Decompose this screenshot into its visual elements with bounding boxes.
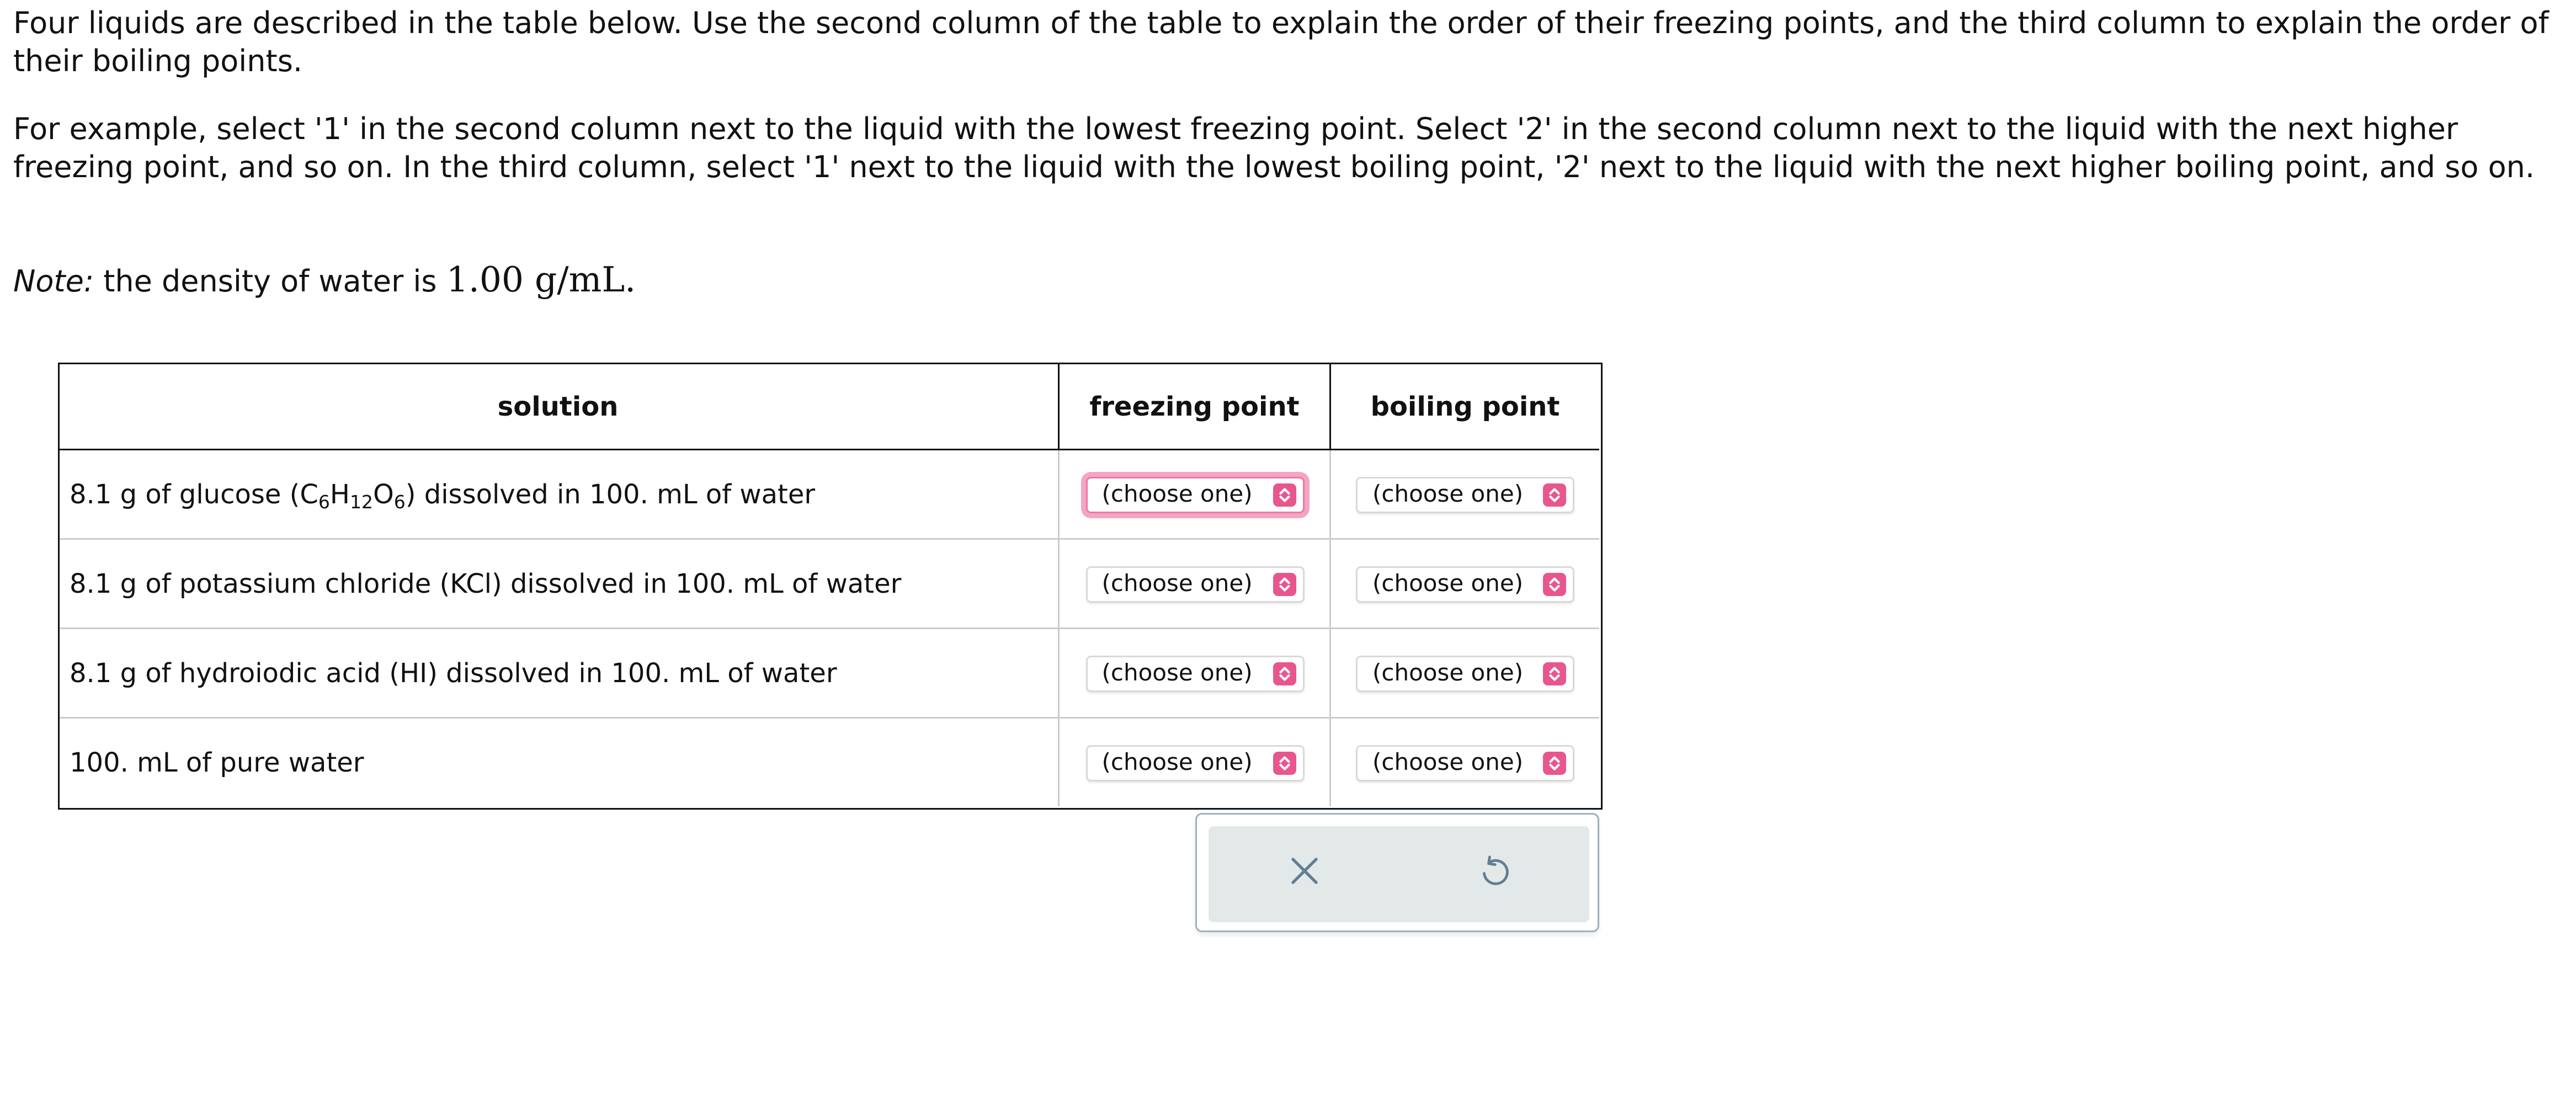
action-button-group xyxy=(1209,826,1589,922)
note-text: the density of water is xyxy=(94,265,446,300)
select-value: (choose one) xyxy=(1101,481,1253,508)
boiling-select-hi[interactable]: (choose one) xyxy=(1356,655,1574,692)
solutions-table: solution freezing point boiling point 8.… xyxy=(58,363,1599,806)
boiling-select-water[interactable]: (choose one) xyxy=(1356,744,1574,781)
select-value: (choose one) xyxy=(1372,570,1524,597)
chevron-updown-icon xyxy=(1543,572,1566,595)
table-row: 100. mL of pure water (choose one) (choo… xyxy=(58,717,1599,806)
select-value: (choose one) xyxy=(1101,570,1253,597)
chevron-updown-icon xyxy=(1543,482,1566,506)
freezing-select-glucose[interactable]: (choose one) xyxy=(1085,476,1304,513)
header-solution: solution xyxy=(58,363,1059,450)
select-value: (choose one) xyxy=(1372,749,1524,776)
header-freezing-point: freezing point xyxy=(1058,363,1330,450)
chevron-updown-icon xyxy=(1543,661,1566,685)
boiling-select-glucose[interactable]: (choose one) xyxy=(1356,476,1574,513)
select-value: (choose one) xyxy=(1372,481,1524,508)
freezing-select-kcl[interactable]: (choose one) xyxy=(1085,565,1304,602)
select-value: (choose one) xyxy=(1372,660,1524,687)
chevron-updown-icon xyxy=(1543,751,1566,774)
select-value: (choose one) xyxy=(1101,749,1253,776)
freezing-select-hi[interactable]: (choose one) xyxy=(1085,655,1304,692)
close-icon xyxy=(1287,854,1321,894)
solution-hydroiodic-acid: 8.1 g of hydroiodic acid (HI) dissolved … xyxy=(70,656,837,688)
clear-button[interactable] xyxy=(1209,826,1399,922)
instruction-paragraph-2: For example, select '1' in the second co… xyxy=(13,113,2535,185)
freezing-select-water[interactable]: (choose one) xyxy=(1085,744,1304,781)
note-label: Note: xyxy=(13,265,94,300)
select-value: (choose one) xyxy=(1101,660,1253,687)
chevron-updown-icon xyxy=(1272,661,1296,685)
chevron-updown-icon xyxy=(1272,572,1296,595)
table-row: 8.1 g of glucose (C6H12O6) dissolved in … xyxy=(58,449,1599,539)
undo-icon xyxy=(1476,853,1513,896)
table-row: 8.1 g of hydroiodic acid (HI) dissolved … xyxy=(58,628,1599,718)
chevron-updown-icon xyxy=(1272,482,1296,506)
solution-pure-water: 100. mL of pure water xyxy=(70,746,364,778)
density-note: Note: the density of water is 1.00 g/mL. xyxy=(13,260,636,301)
boiling-select-kcl[interactable]: (choose one) xyxy=(1356,565,1574,602)
chevron-updown-icon xyxy=(1272,751,1296,774)
table-row: 8.1 g of potassium chloride (KCl) dissol… xyxy=(58,538,1599,629)
undo-button[interactable] xyxy=(1399,826,1589,922)
solution-glucose: 8.1 g of glucose (C6H12O6) dissolved in … xyxy=(70,477,816,513)
density-value: 1.00 g/mL. xyxy=(446,260,636,300)
solution-potassium-chloride: 8.1 g of potassium chloride (KCl) dissol… xyxy=(70,567,902,599)
table-header-row: solution freezing point boiling point xyxy=(58,363,1599,450)
answer-action-panel xyxy=(1195,813,1599,932)
page: Four liquids are described in the table … xyxy=(0,0,2576,1106)
instruction-paragraph-1: Four liquids are described in the table … xyxy=(13,7,2549,79)
header-boiling-point: boiling point xyxy=(1329,363,1599,450)
